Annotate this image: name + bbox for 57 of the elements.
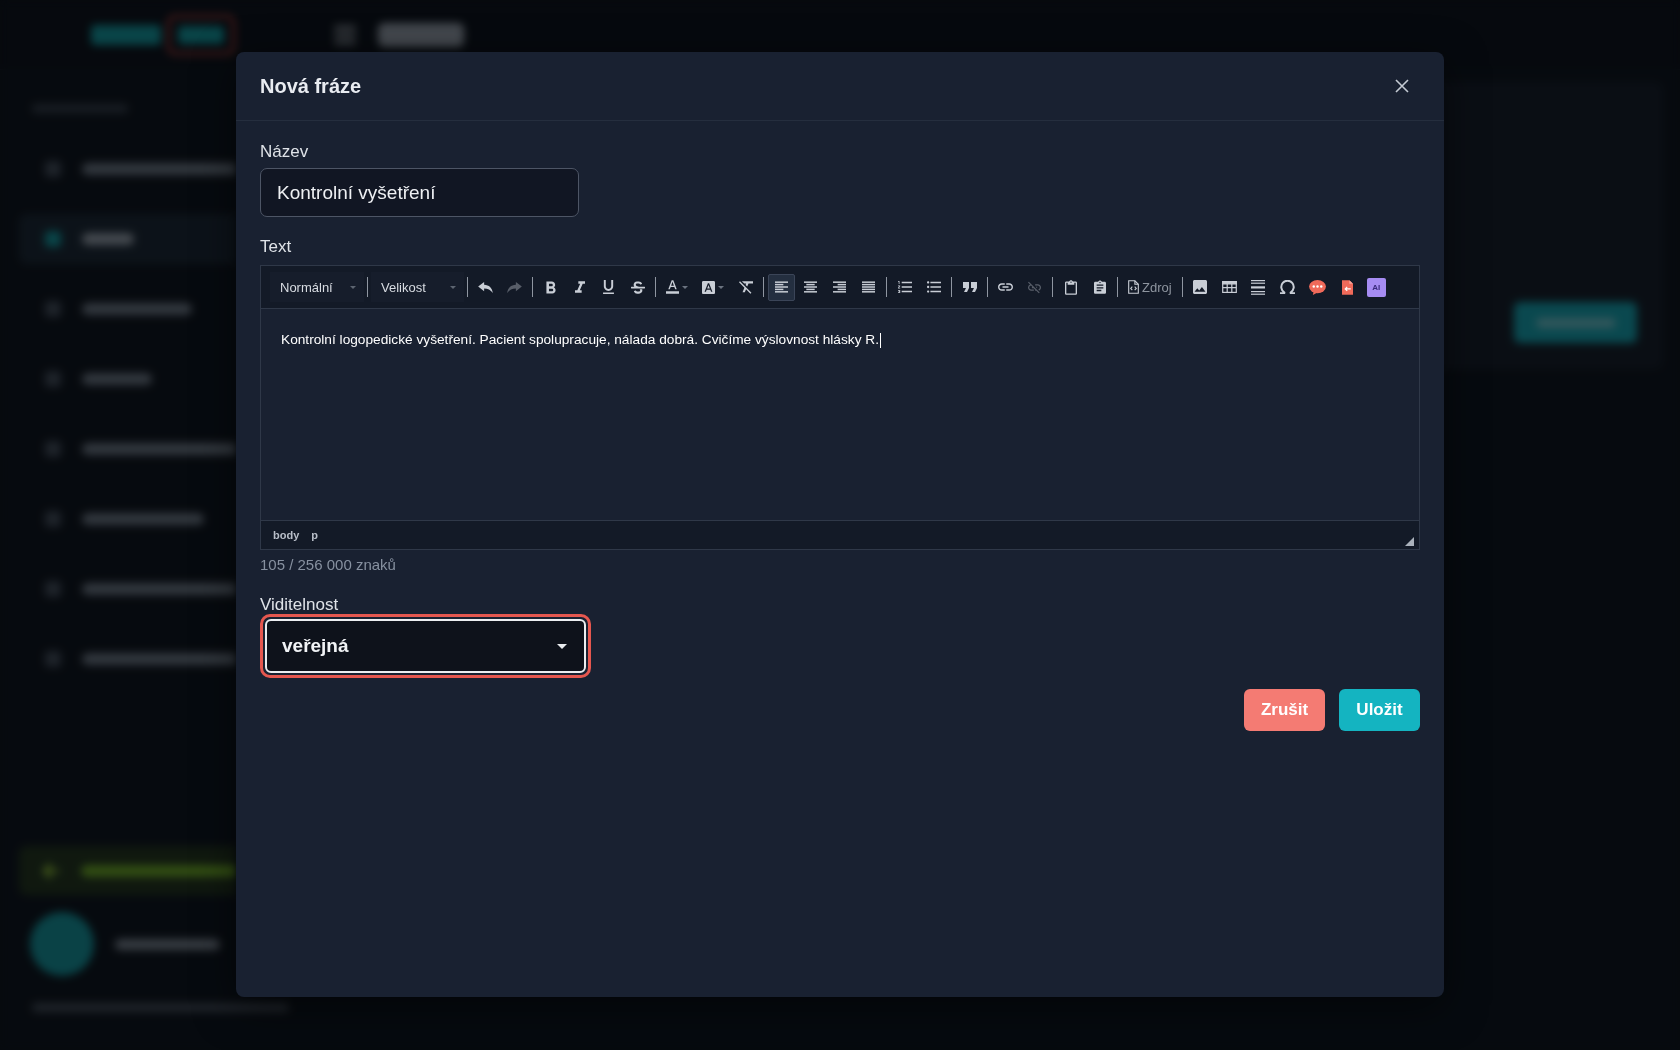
- strikethrough-icon: [630, 280, 645, 294]
- clipboard-list-icon: [1093, 279, 1106, 295]
- unlink-icon: [1027, 280, 1042, 294]
- text-cursor-icon: [880, 332, 881, 348]
- bulleted-list-icon: [926, 281, 941, 293]
- dropdown[interactable]: Normální: [270, 272, 364, 302]
- caret-icon: [557, 643, 567, 649]
- dropdown[interactable]: Velikost: [371, 272, 464, 302]
- blurred-menu-label: [82, 233, 134, 245]
- speech-bubble-icon: [1308, 279, 1326, 295]
- caret-icon: [718, 285, 724, 289]
- document-arrow-icon: [1341, 279, 1353, 295]
- caret-icon: [450, 285, 456, 289]
- element-path-link[interactable]: body: [273, 529, 300, 541]
- element-path-link[interactable]: p: [311, 529, 318, 541]
- back-arrow-icon: [43, 862, 59, 879]
- blurred-menu-label: [82, 373, 152, 385]
- dialog-title: Nová fráze: [260, 74, 362, 98]
- blurred-logo-text: [91, 24, 161, 45]
- ai-button[interactable]: AI: [1366, 277, 1386, 297]
- undo-icon: [478, 281, 493, 293]
- align-left-icon: [775, 281, 788, 293]
- visibility-select[interactable]: veřejná: [260, 614, 591, 678]
- clear-format-icon: [738, 280, 753, 294]
- character-counter: 105 / 256 000 znaků: [260, 556, 396, 574]
- text-color-icon: [666, 280, 679, 294]
- close-icon: [1395, 79, 1409, 93]
- horizontal-lines-icon: [1251, 279, 1266, 295]
- redo-icon: [507, 281, 522, 293]
- code-file-icon: [1128, 280, 1139, 294]
- clipboard-icon: [1064, 279, 1077, 295]
- link-icon: [998, 283, 1013, 291]
- table-icon: [1221, 281, 1237, 293]
- align-justify-icon: [862, 281, 875, 293]
- align-right-icon: [833, 281, 846, 293]
- field-label: Text: [260, 237, 292, 257]
- omega-icon: [1279, 280, 1295, 294]
- menu-item-icon: [45, 231, 61, 247]
- caret-icon: [682, 285, 688, 289]
- resize-grip-icon[interactable]: [1405, 537, 1414, 546]
- name-input[interactable]: Kontrolní vyšetření: [260, 168, 579, 217]
- caret-icon: [350, 285, 356, 289]
- underline-icon: [603, 280, 614, 294]
- italic-icon: [574, 281, 585, 293]
- background-color-icon: [702, 280, 715, 294]
- field-label: Viditelnost: [260, 595, 339, 614]
- editor-text: Kontrolní logopedické vyšetření. Pacient spolupracuje, nálada dobrá. Cvičíme výslovnost hlásky R.: [281, 331, 879, 349]
- avatar-circle: [30, 912, 94, 976]
- align-center-icon: [804, 281, 817, 293]
- numbered-list-icon: [897, 281, 912, 293]
- blurred-badge-text: [178, 25, 224, 44]
- quote-icon: [962, 282, 977, 292]
- bold-icon: [545, 280, 556, 294]
- align-left-button[interactable]: [768, 273, 795, 301]
- image-icon: [1193, 280, 1208, 294]
- code-file-button[interactable]: Zdroj: [1122, 273, 1178, 301]
- field-label: Název: [260, 142, 309, 162]
